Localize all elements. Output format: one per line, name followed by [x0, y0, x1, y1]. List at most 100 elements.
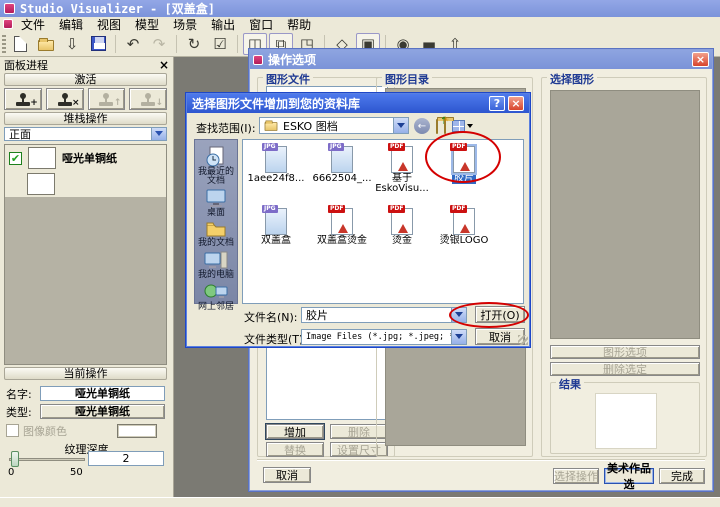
pdf-file-icon: PDF — [391, 208, 413, 235]
filename-dropdown[interactable]: 胶片 — [301, 307, 467, 323]
menu-window[interactable]: 窗口 — [243, 16, 279, 33]
done-button[interactable]: 完成 — [659, 468, 705, 484]
current-operation-bar[interactable]: 当前操作 — [4, 367, 167, 380]
open-icon[interactable] — [34, 33, 58, 55]
toolbar-separator — [115, 35, 116, 53]
pdf-file-icon: PDF — [331, 208, 353, 235]
layer-thumbnail — [28, 147, 56, 169]
network-places-icon — [203, 282, 229, 302]
view-menu-icon[interactable] — [452, 120, 473, 132]
stamp-down-button[interactable]: ↓ — [129, 88, 167, 110]
panel-title: 面板进程 — [4, 57, 48, 73]
place-recent-documents[interactable]: 我最近的文档 — [194, 145, 238, 186]
texture-slider-track[interactable] — [9, 458, 85, 461]
side-select-dropdown[interactable]: 正面 — [4, 127, 167, 141]
import-icon[interactable]: ⇩ — [60, 33, 84, 55]
place-network[interactable]: 网上邻居 — [194, 282, 238, 312]
texture-slider-handle[interactable] — [11, 451, 19, 467]
place-desktop[interactable]: 桌面 — [194, 188, 238, 218]
type-button[interactable]: 哑光单铜纸 — [40, 404, 165, 419]
file-list: JPG 1aee24f8... JPG 6662504_... PDF 基于 E… — [242, 139, 524, 304]
undo-icon[interactable]: ↶ — [121, 33, 145, 55]
activate-bar[interactable]: 激活 — [4, 73, 167, 86]
stack-operations-bar[interactable]: 堆栈操作 — [4, 112, 167, 125]
up-one-level-icon[interactable]: ↑ — [436, 120, 438, 133]
help-icon[interactable]: ? — [489, 96, 505, 111]
file-item[interactable]: PDF 双盖盒烫金 — [311, 208, 373, 246]
replace-button[interactable]: 替换 — [266, 442, 324, 457]
main-title-bar: Studio Visualizer - [双盖盒] — [0, 0, 720, 17]
layer-row-matte-paper[interactable]: ✔ 哑光单铜纸 — [5, 145, 166, 171]
result-label: 结果 — [556, 376, 584, 392]
select-graphic-group: 选择图形 图形选项 删除选定 结果 — [541, 77, 707, 457]
remove-selected-button[interactable]: 删除选定 — [550, 362, 700, 376]
toolbar-separator — [176, 35, 177, 53]
new-document-icon[interactable] — [8, 33, 32, 55]
look-in-dropdown[interactable]: ESKO 图档 — [259, 117, 409, 134]
graphic-options-button[interactable]: 图形选项 — [550, 345, 700, 359]
close-icon[interactable]: × — [508, 96, 524, 111]
filetype-dropdown[interactable]: Image Files (*.jpg; *.jpeg; *.psd; *.* — [301, 329, 467, 345]
save-icon[interactable] — [86, 33, 110, 55]
place-my-documents[interactable]: 我的文档 — [194, 220, 238, 248]
recent-documents-icon — [204, 145, 228, 167]
image-color-swatch[interactable] — [117, 424, 157, 438]
select-graphic-panel[interactable] — [550, 90, 700, 339]
file-item[interactable]: PDF 烫银LOGO — [433, 208, 495, 246]
menu-file[interactable]: 文件 — [15, 16, 51, 33]
file-item[interactable]: JPG 1aee24f8... — [245, 146, 307, 184]
app-icon — [4, 3, 15, 14]
back-icon[interactable]: ← — [414, 118, 430, 134]
layer-checkbox[interactable]: ✔ — [9, 152, 22, 165]
stamp-up-button[interactable]: ↑ — [88, 88, 126, 110]
layer-row-empty[interactable] — [5, 171, 166, 197]
menu-help[interactable]: 帮助 — [281, 16, 317, 33]
jpg-file-icon: JPG — [265, 208, 287, 235]
texture-depth-value[interactable]: 2 — [88, 451, 164, 466]
stamp-icon — [141, 93, 155, 106]
toolbar-separator — [237, 35, 238, 53]
stamp-icon — [16, 93, 30, 106]
file-item[interactable]: JPG 双盖盒 — [245, 208, 307, 246]
open-button[interactable]: 打开(O) — [475, 306, 525, 323]
menu-scene[interactable]: 场景 — [167, 16, 203, 33]
menu-edit[interactable]: 编辑 — [53, 16, 89, 33]
file-item-selected[interactable]: PDF 胶片 — [433, 146, 495, 184]
resize-grip[interactable] — [518, 335, 528, 345]
place-my-computer[interactable]: 我的电脑 — [194, 250, 238, 280]
file-dialog-title-bar: 选择图形文件增加到您的资料库 ? × — [187, 94, 529, 113]
redo-icon[interactable]: ↷ — [147, 33, 171, 55]
add-button[interactable]: 增加 — [266, 424, 324, 439]
name-field[interactable]: 哑光单铜纸 — [40, 386, 165, 401]
stamp-add-button[interactable]: + — [4, 88, 42, 110]
panel-close-icon[interactable]: × — [159, 60, 169, 70]
window-title: Studio Visualizer - [双盖盒] — [20, 0, 215, 17]
display-options-icon[interactable]: ☑ — [208, 33, 232, 55]
slider-max-label: 50 — [70, 467, 83, 478]
dialog-icon — [253, 55, 263, 65]
menu-output[interactable]: 输出 — [205, 16, 241, 33]
close-icon[interactable]: × — [692, 52, 709, 67]
dialog-title-bar: 操作选项 × — [250, 50, 712, 69]
new-folder-icon[interactable]: ✳ — [444, 120, 446, 133]
panel-process-sidebar: 面板进程 × 激活 + × ↑ ↓ 堆栈操作 正面 — [0, 57, 174, 497]
menu-model[interactable]: 模型 — [129, 16, 165, 33]
child-window-icon[interactable] — [3, 19, 13, 29]
image-color-checkbox[interactable] — [6, 424, 19, 437]
options-cancel-button[interactable]: 取消 — [263, 467, 311, 483]
artwork-select-button[interactable]: 美术作品选 — [604, 468, 654, 484]
menu-view[interactable]: 视图 — [91, 16, 127, 33]
stamp-remove-button[interactable]: × — [46, 88, 84, 110]
select-operation-button[interactable]: 选择操作 — [553, 468, 599, 484]
file-item[interactable]: JPG 6662504_... — [311, 146, 373, 184]
file-dialog-title: 选择图形文件增加到您的资料库 — [192, 95, 360, 112]
result-preview — [595, 393, 657, 449]
file-item[interactable]: PDF 烫金 — [371, 208, 433, 246]
refresh-icon[interactable]: ↻ — [182, 33, 206, 55]
file-item[interactable]: PDF 基于 EskoVisu... — [371, 146, 433, 194]
jpg-file-icon: JPG — [265, 146, 287, 173]
file-dialog-nav: ← ↑ ✳ — [414, 117, 473, 135]
toolbar-grip[interactable] — [2, 35, 6, 53]
layer-name: 哑光单铜纸 — [62, 150, 117, 166]
chevron-down-icon — [451, 308, 466, 322]
